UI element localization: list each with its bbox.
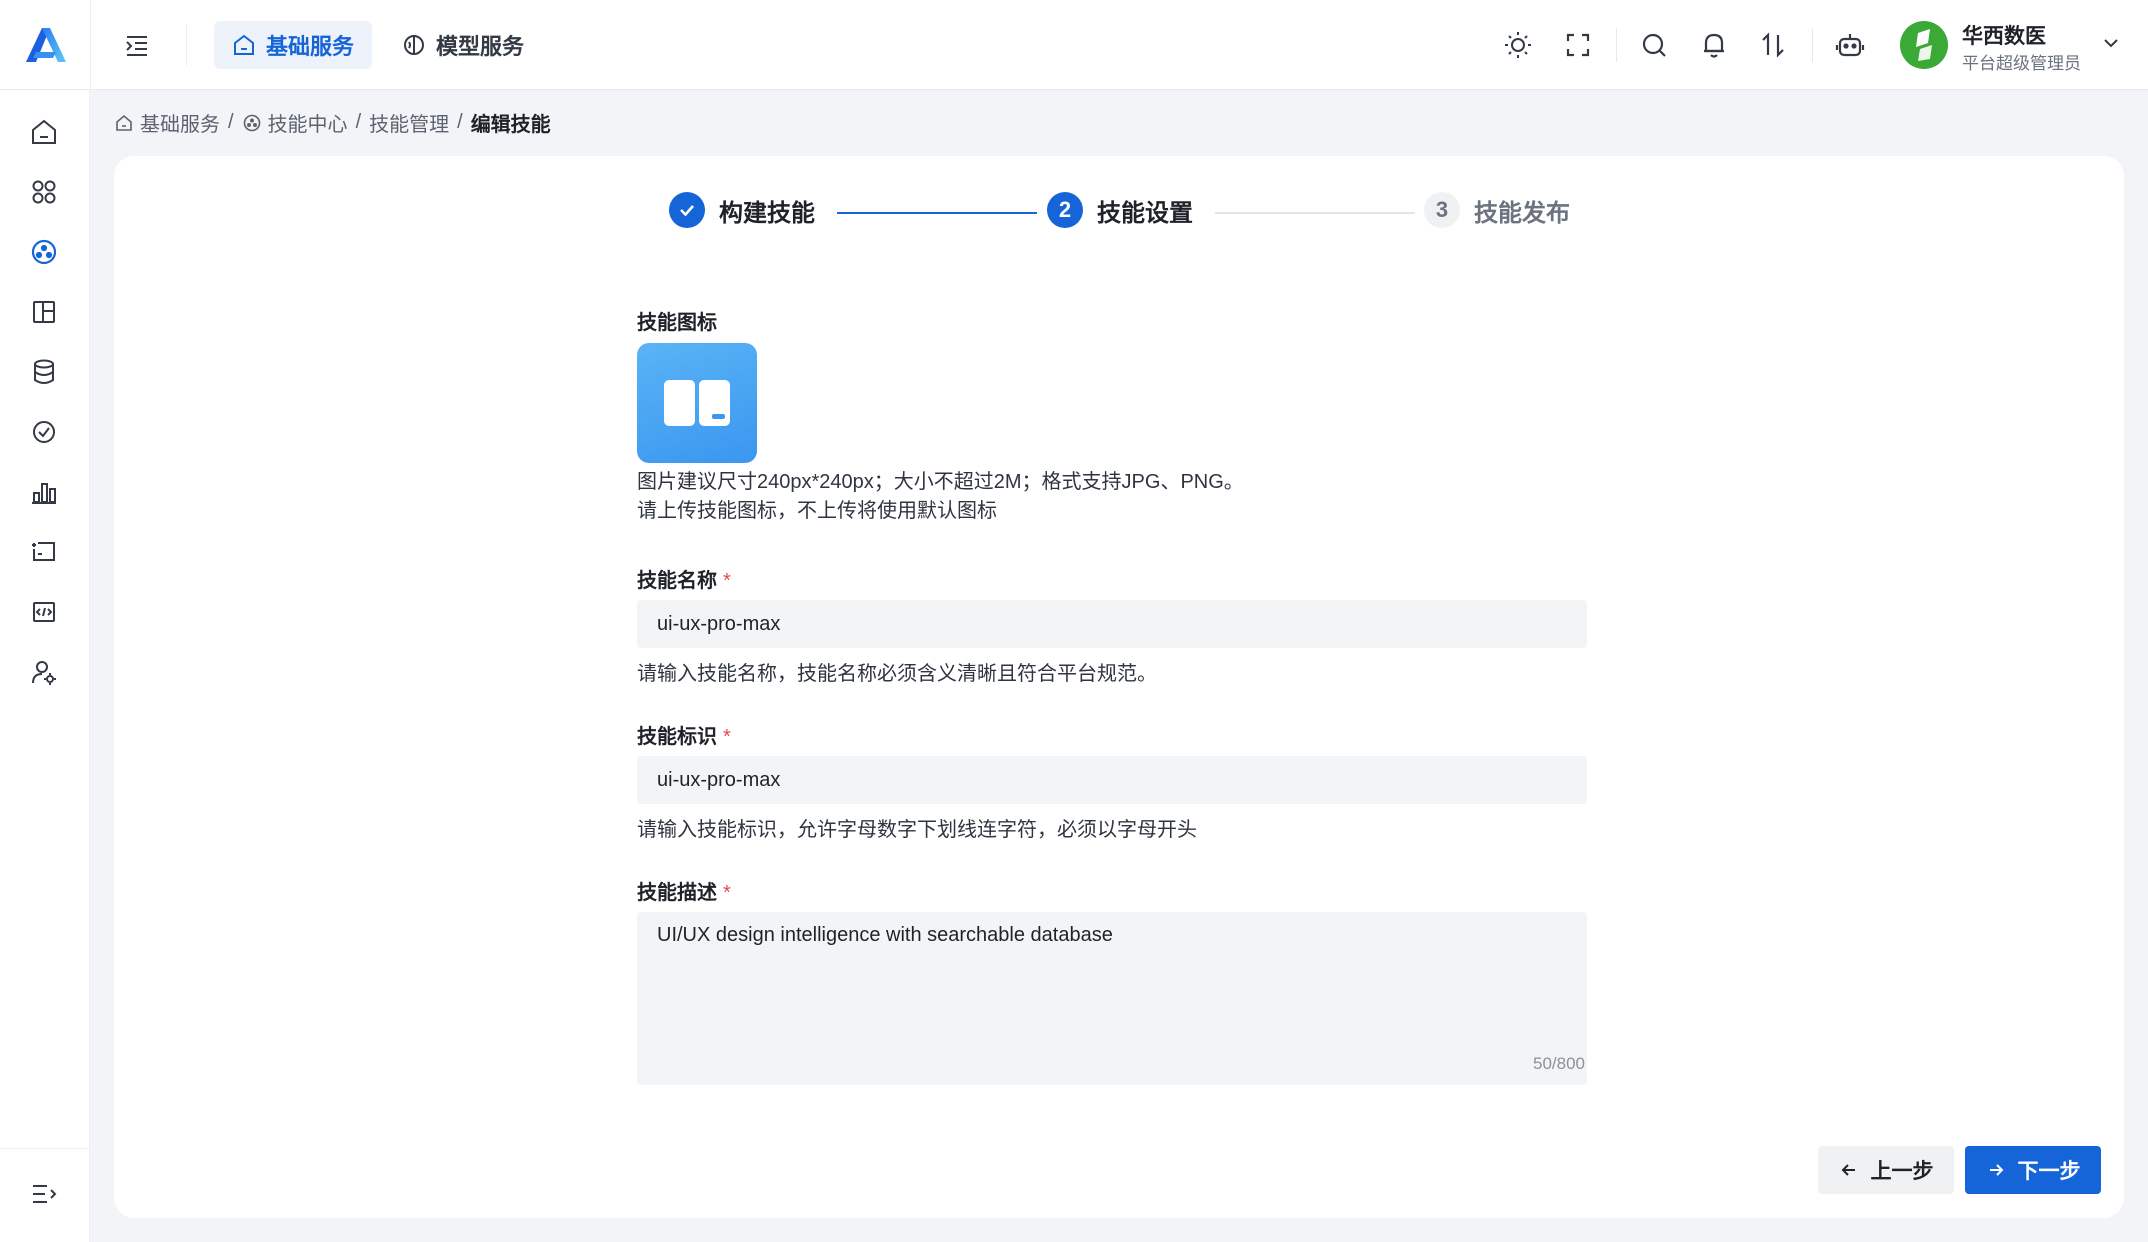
prev-step-label: 上一步 <box>1870 1160 1934 1183</box>
tab-label: 模型服务 <box>436 34 525 59</box>
top-divider <box>90 0 91 90</box>
search-icon[interactable] <box>1638 29 1670 61</box>
database-icon[interactable] <box>28 356 60 388</box>
tool-separator <box>1616 28 1617 62</box>
breadcrumb-separator: / <box>228 111 234 133</box>
required-mark: * <box>723 570 731 592</box>
home-icon <box>116 114 132 131</box>
name-label-text: 技能名称 <box>637 570 717 592</box>
skill-center-icon[interactable] <box>28 236 60 268</box>
layout-icon[interactable] <box>28 296 60 328</box>
check-icon <box>669 192 705 228</box>
check-circle-icon[interactable] <box>28 416 60 448</box>
step-build-skill: 构建技能 <box>669 192 815 228</box>
step-label: 构建技能 <box>719 199 815 227</box>
icon-hint-default: 请上传技能图标，不上传将使用默认图标 <box>637 500 997 522</box>
code-icon[interactable] <box>28 596 60 628</box>
tab-model-services[interactable]: 模型服务 <box>384 21 542 69</box>
skill-identifier-input[interactable] <box>637 756 1587 804</box>
skill-icon-upload[interactable] <box>637 343 757 463</box>
required-mark: * <box>723 882 731 904</box>
breadcrumb-item[interactable]: 基础服务 <box>114 108 220 137</box>
skill-center-icon <box>243 114 260 131</box>
user-name[interactable]: 华西数医 <box>1962 20 2046 50</box>
home-icon[interactable] <box>28 116 60 148</box>
sort-arrows-icon[interactable] <box>1757 29 1789 61</box>
breadcrumb-item[interactable]: 技能中心 <box>242 108 348 137</box>
monitor-icon[interactable] <box>28 536 60 568</box>
tool-separator <box>1812 28 1813 62</box>
step-number: 2 <box>1047 192 1083 228</box>
breadcrumb: 基础服务 / 技能中心 / 技能管理 / 编辑技能 <box>114 108 551 137</box>
prev-step-button[interactable]: 上一步 <box>1818 1146 1954 1194</box>
arrow-right-icon <box>1989 1164 2003 1176</box>
char-count: 50/800 <box>1533 1054 1585 1073</box>
step-number: 3 <box>1424 192 1460 228</box>
edit-skill-card: 构建技能 2 技能设置 3 技能发布 技能图标 图片建议尺寸240px*240p… <box>114 156 2124 1218</box>
tab-basic-services[interactable]: 基础服务 <box>214 21 373 69</box>
breadcrumb-label: 技能中心 <box>267 114 348 136</box>
breadcrumb-separator: / <box>457 111 463 133</box>
menu-indent-icon[interactable] <box>122 30 152 60</box>
breadcrumb-current: 编辑技能 <box>470 114 551 136</box>
step-connector <box>1215 212 1415 214</box>
identifier-label: 技能标识 * <box>637 720 731 749</box>
user-settings-icon[interactable] <box>28 656 60 688</box>
collapse-menu-icon[interactable] <box>28 1178 60 1210</box>
brain-icon <box>404 35 424 55</box>
identifier-hint: 请输入技能标识，允许字母数字下划线连字符，必须以字母开头 <box>637 819 1197 841</box>
chevron-down-icon[interactable] <box>2100 32 2122 54</box>
home-icon <box>234 34 254 55</box>
skill-description-textarea[interactable]: UI/UX design intelligence with searchabl… <box>637 912 1587 1085</box>
step-skill-settings: 2 技能设置 <box>1047 192 1193 228</box>
next-step-button[interactable]: 下一步 <box>1965 1146 2101 1194</box>
sidebar-divider <box>0 1148 90 1149</box>
step-label: 技能设置 <box>1097 199 1193 227</box>
required-mark: * <box>723 726 731 748</box>
description-label: 技能描述 * <box>637 876 731 905</box>
apps-grid-icon[interactable] <box>28 176 60 208</box>
sidebar <box>0 90 90 1242</box>
step-skill-publish: 3 技能发布 <box>1424 192 1570 228</box>
breadcrumb-item[interactable]: 技能管理 <box>369 108 449 137</box>
robot-icon[interactable] <box>1834 29 1866 61</box>
breadcrumb-label: 技能管理 <box>369 114 450 136</box>
step-label: 技能发布 <box>1474 199 1570 227</box>
description-label-text: 技能描述 <box>637 882 717 904</box>
icon-label: 技能图标 <box>637 312 717 334</box>
name-hint: 请输入技能名称，技能名称必须含义清晰且符合平台规范。 <box>637 663 1157 685</box>
fullscreen-icon[interactable] <box>1562 29 1594 61</box>
icon-hint-size: 图片建议尺寸240px*240px；大小不超过2M；格式支持JPG、PNG。 <box>637 471 1244 493</box>
name-label: 技能名称 * <box>637 564 731 593</box>
top-bar: 基础服务 模型服务 华西数医 平台超级管理员 <box>0 0 2148 90</box>
bell-icon[interactable] <box>1698 29 1730 61</box>
sun-icon[interactable] <box>1502 29 1534 61</box>
breadcrumb-separator: / <box>355 111 362 133</box>
top-separator <box>186 24 187 66</box>
breadcrumb-label: 基础服务 <box>140 114 220 136</box>
next-step-label: 下一步 <box>2017 1160 2081 1183</box>
skill-name-input[interactable] <box>637 600 1587 648</box>
arrow-left-icon <box>1841 1164 1855 1176</box>
book-icon <box>664 380 730 426</box>
step-connector <box>837 212 1037 214</box>
bar-chart-icon[interactable] <box>28 476 60 508</box>
identifier-label-text: 技能标识 <box>637 726 717 748</box>
avatar[interactable] <box>1900 21 1948 69</box>
tab-label: 基础服务 <box>266 34 355 59</box>
user-role: 平台超级管理员 <box>1962 54 2081 73</box>
app-logo[interactable] <box>22 26 68 64</box>
